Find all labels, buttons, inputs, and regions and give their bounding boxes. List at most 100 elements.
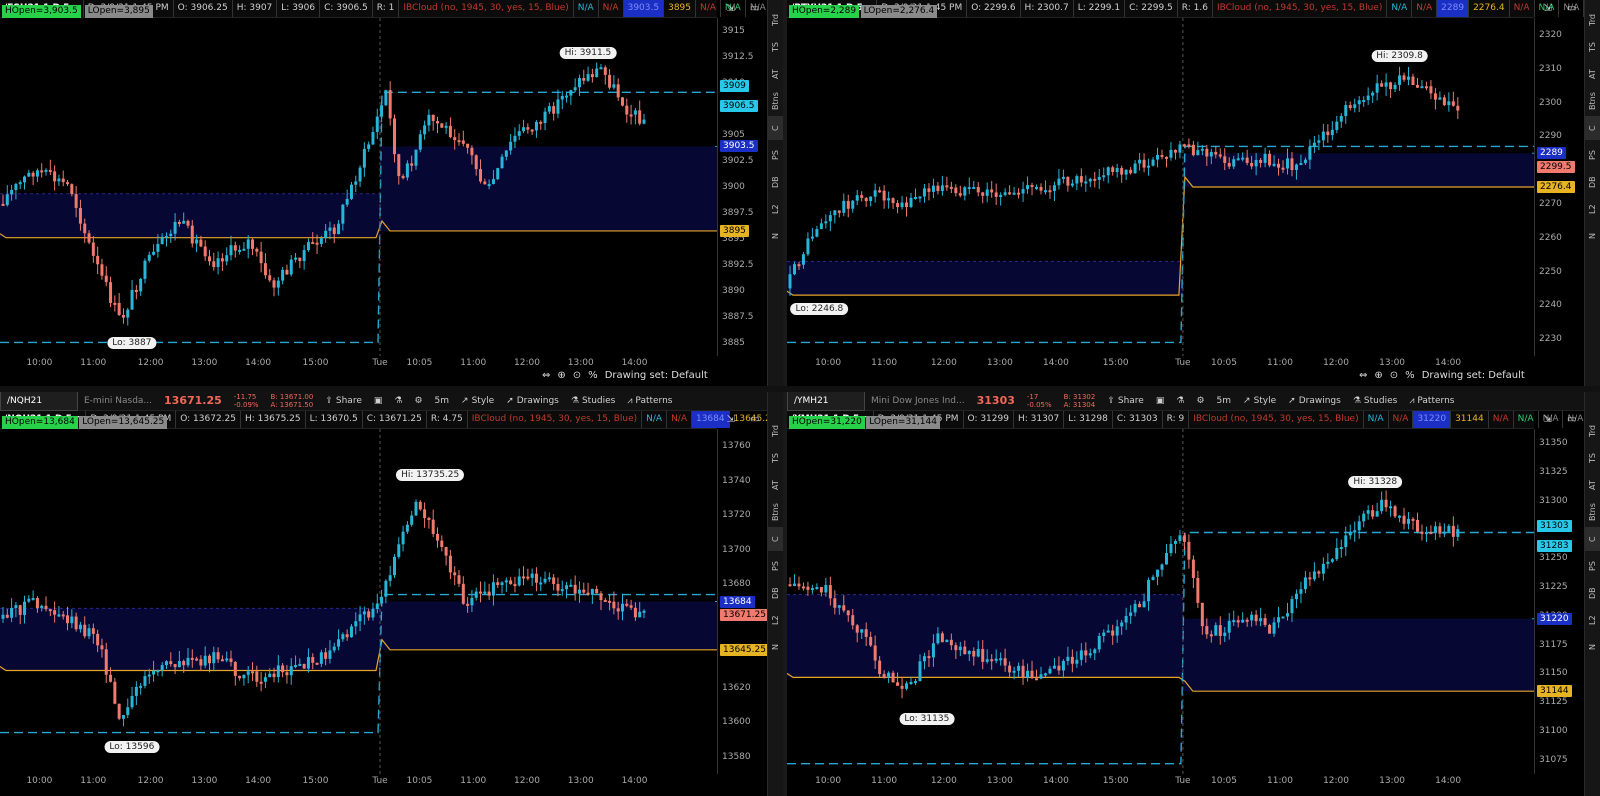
- drawings-button[interactable]: ➚ Drawings: [500, 392, 565, 410]
- candle-body: [547, 106, 551, 112]
- side-tab-ps[interactable]: PS: [1585, 554, 1600, 578]
- side-tab-ts[interactable]: TS: [768, 35, 783, 59]
- patterns-button[interactable]: ⩘ Patterns: [1403, 392, 1460, 410]
- share-button[interactable]: ⇪ Share: [319, 392, 368, 410]
- candle-body: [945, 185, 949, 188]
- camera-icon[interactable]: ▣: [368, 392, 389, 410]
- settings-gear-icon[interactable]: ⚙: [408, 392, 428, 410]
- pan-arrows-icon[interactable]: ⇔: [542, 370, 550, 381]
- candlestick-plot[interactable]: [787, 18, 1534, 356]
- crosshair-icon[interactable]: ⊕: [557, 370, 565, 381]
- side-tab-ps[interactable]: PS: [1585, 143, 1600, 167]
- symbol-selector[interactable]: /YMH21: [787, 392, 865, 411]
- side-tab-c[interactable]: C: [1585, 527, 1600, 551]
- side-tab-at[interactable]: AT: [768, 62, 783, 86]
- candle-body: [440, 123, 444, 128]
- side-tab-c[interactable]: C: [768, 527, 783, 551]
- crosshair-icon[interactable]: ⊕: [1374, 370, 1382, 381]
- camera-icon[interactable]: ▣: [1150, 392, 1171, 410]
- style-button[interactable]: ↗ Style: [455, 392, 500, 410]
- side-tab-btns[interactable]: Btns: [1585, 500, 1600, 524]
- candlestick-plot[interactable]: [0, 18, 717, 356]
- side-tab-at[interactable]: AT: [768, 473, 783, 497]
- side-tab-l2[interactable]: L2: [1585, 197, 1600, 221]
- flask-icon[interactable]: ⚗: [388, 392, 408, 410]
- side-tab-db[interactable]: DB: [768, 581, 783, 605]
- flask-icon[interactable]: ⚗: [1170, 392, 1190, 410]
- side-tab-n[interactable]: N: [768, 224, 783, 248]
- side-tab-ps[interactable]: PS: [768, 554, 783, 578]
- side-tab-n[interactable]: N: [768, 635, 783, 659]
- side-tab-at[interactable]: AT: [1585, 473, 1600, 497]
- patterns-button[interactable]: ⩘ Patterns: [621, 392, 678, 410]
- maximize-icon[interactable]: ▭: [1567, 3, 1576, 14]
- side-tab-c[interactable]: C: [768, 116, 783, 140]
- timeframe-selector[interactable]: 5m: [1211, 392, 1238, 410]
- maximize-icon[interactable]: ▭: [750, 3, 759, 14]
- candle-body: [143, 260, 147, 279]
- percent-icon[interactable]: %: [1405, 370, 1415, 381]
- header-na3: N/A: [1489, 411, 1514, 428]
- candle-body: [375, 116, 379, 132]
- candle-body: [1017, 192, 1021, 195]
- candle-body: [1120, 622, 1124, 627]
- pan-arrows-icon[interactable]: ⇔: [1359, 370, 1367, 381]
- side-tab-db[interactable]: DB: [1585, 170, 1600, 194]
- side-tab-at[interactable]: AT: [1585, 62, 1600, 86]
- symbol-selector[interactable]: /NQH21: [0, 392, 78, 411]
- candle-body: [1393, 84, 1397, 90]
- side-tab-n[interactable]: N: [1585, 635, 1600, 659]
- collapse-icon[interactable]: ⇲: [1544, 3, 1552, 14]
- price-axis[interactable]: 2320231023002290228022702260225022402230…: [1534, 18, 1585, 356]
- drawings-button[interactable]: ➚ Drawings: [1282, 392, 1347, 410]
- side-tab-n[interactable]: N: [1585, 224, 1600, 248]
- collapse-icon[interactable]: ⇲: [1544, 414, 1552, 425]
- zoom-icon[interactable]: ⊙: [1390, 370, 1398, 381]
- candle-body: [285, 672, 289, 676]
- style-button[interactable]: ↗ Style: [1237, 392, 1282, 410]
- side-tab-trd[interactable]: Trd: [1585, 8, 1600, 32]
- side-tab-ts[interactable]: TS: [1585, 35, 1600, 59]
- maximize-icon[interactable]: ▭: [1567, 414, 1576, 425]
- hopen-label: HOpen=2,289: [789, 5, 860, 18]
- side-tab-db[interactable]: DB: [1585, 581, 1600, 605]
- candle-body: [1447, 101, 1451, 106]
- side-tab-l2[interactable]: L2: [1585, 608, 1600, 632]
- side-tab-trd[interactable]: Trd: [768, 8, 783, 32]
- share-button[interactable]: ⇪ Share: [1101, 392, 1150, 410]
- timeframe-selector[interactable]: 5m: [429, 392, 456, 410]
- studies-button[interactable]: ⚗ Studies: [565, 392, 621, 410]
- side-tab-trd[interactable]: Trd: [1585, 419, 1600, 443]
- side-tab-ts[interactable]: TS: [768, 446, 783, 470]
- collapse-icon[interactable]: ⇲: [727, 414, 735, 425]
- drawing-set-label[interactable]: Drawing set: Default: [1422, 370, 1525, 381]
- price-axis[interactable]: 39153912.539103907.539053902.539003897.5…: [717, 18, 768, 356]
- candlestick-plot[interactable]: [0, 429, 717, 774]
- percent-icon[interactable]: %: [588, 370, 598, 381]
- side-tab-trd[interactable]: Trd: [768, 419, 783, 443]
- side-tab-c[interactable]: C: [1585, 116, 1600, 140]
- candlestick-plot[interactable]: [787, 429, 1534, 774]
- settings-gear-icon[interactable]: ⚙: [1190, 392, 1210, 410]
- side-tab-ts[interactable]: TS: [1585, 446, 1600, 470]
- collapse-icon[interactable]: ⇲: [727, 3, 735, 14]
- candle-body: [134, 290, 138, 293]
- side-tab-db[interactable]: DB: [768, 170, 783, 194]
- side-tab-btns[interactable]: Btns: [768, 89, 783, 113]
- candle-body: [824, 585, 828, 593]
- maximize-icon[interactable]: ▭: [750, 414, 759, 425]
- price-tick: 3912.5: [722, 52, 754, 62]
- side-tab-ps[interactable]: PS: [768, 143, 783, 167]
- studies-button[interactable]: ⚗ Studies: [1347, 392, 1403, 410]
- time-axis[interactable]: 10:00 11:00 12:00 13:00 14:00 15:00 Tue 10:05 11…: [787, 774, 1534, 790]
- drawing-set-label[interactable]: Drawing set: Default: [605, 370, 708, 381]
- price-axis[interactable]: 1376013740137201370013680136601364013620…: [717, 429, 769, 774]
- side-tab-l2[interactable]: L2: [768, 197, 783, 221]
- side-tab-btns[interactable]: Btns: [768, 500, 783, 524]
- side-tab-l2[interactable]: L2: [768, 608, 783, 632]
- price-axis[interactable]: 3135031325313003127531250312253120031175…: [1534, 429, 1585, 774]
- candle-body: [1290, 599, 1294, 614]
- zoom-icon[interactable]: ⊙: [573, 370, 581, 381]
- side-tab-btns[interactable]: Btns: [1585, 89, 1600, 113]
- time-axis[interactable]: 10:00 11:00 12:00 13:00 14:00 15:00 Tue 10:05 11…: [0, 774, 717, 790]
